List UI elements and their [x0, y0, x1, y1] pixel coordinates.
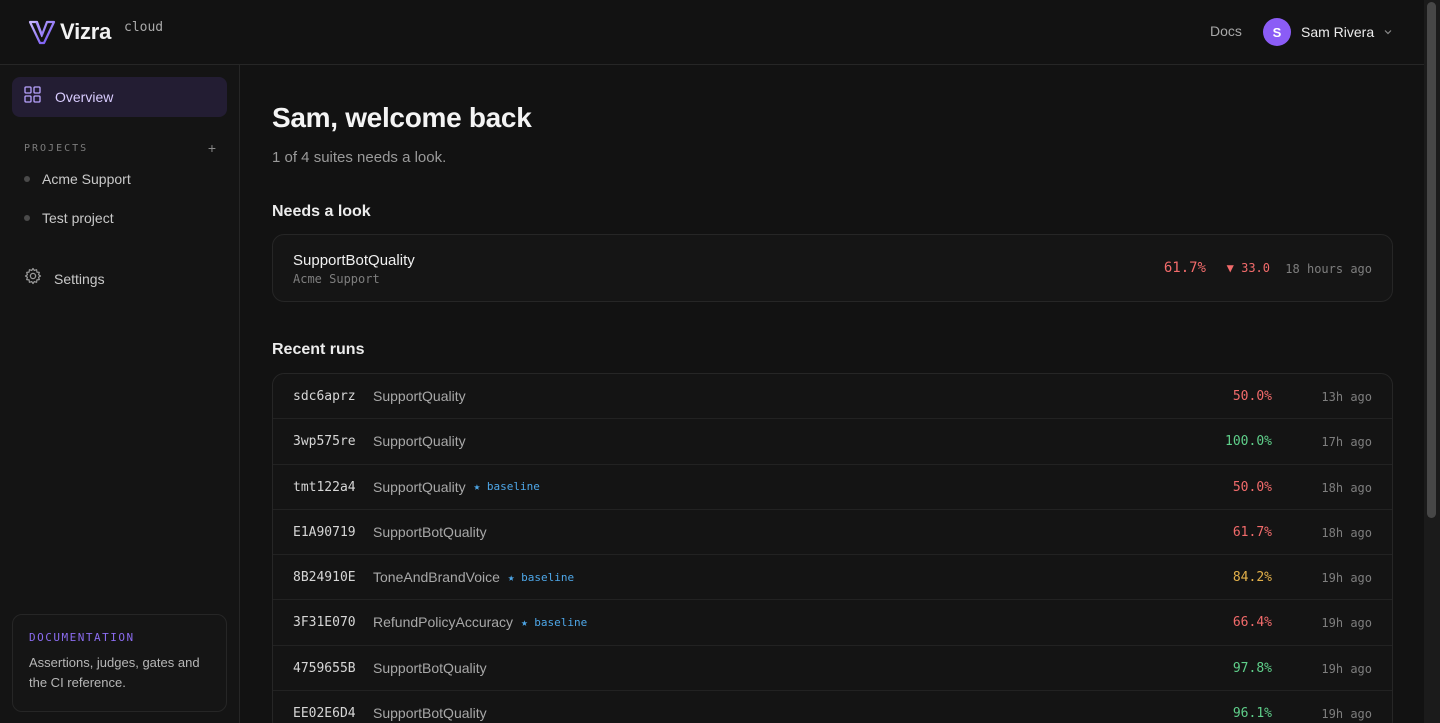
brand-tag: cloud — [124, 20, 164, 35]
timestamp: 18h ago — [1321, 525, 1372, 540]
page-summary: 1 of 4 suites needs a look. — [272, 149, 447, 166]
recent-runs-heading: Recent runs — [272, 341, 365, 358]
timestamp: 13h ago — [1321, 390, 1372, 404]
project-name: Acme Support — [293, 272, 380, 286]
suite-cell: SupportBotQuality — [373, 660, 487, 676]
suite-cell: SupportBotQuality — [373, 705, 487, 721]
timestamp: 19h ago — [1321, 571, 1372, 586]
suite-name: SupportQuality — [373, 388, 466, 404]
top-bar: Vizra cloud Docs S Sam Rivera — [0, 0, 1424, 65]
add-project-button[interactable]: + — [208, 140, 216, 156]
run-id: 8B24910E — [293, 570, 356, 586]
page-title: Sam, welcome back — [272, 102, 532, 133]
table-row[interactable]: EE02E6D4 SupportBotQuality 96.1% 19h ago — [273, 691, 1392, 723]
suite-cell: SupportBotQuality — [373, 524, 487, 540]
table-row[interactable]: 3wp575re SupportQuality 100.0% 17h ago — [273, 419, 1392, 465]
baseline-badge: ★ baseline — [521, 615, 588, 629]
vizra-logo-icon — [28, 20, 56, 45]
table-row[interactable]: tmt122a4 SupportQuality ★ baseline 50.0% … — [273, 465, 1392, 510]
suite-cell: RefundPolicyAccuracy ★ baseline — [373, 614, 587, 630]
run-id: 3F31E070 — [293, 615, 356, 631]
project-label: Test project — [42, 210, 114, 226]
suite-name: SupportBotQuality — [373, 705, 487, 722]
sidebar-item-overview[interactable]: Overview — [12, 77, 227, 117]
needs-look-card[interactable]: SupportBotQuality Acme Support 61.7% ▼ 3… — [272, 234, 1393, 302]
timestamp: 18 hours ago — [1285, 262, 1372, 276]
bullet-dot — [24, 176, 30, 182]
score-delta: ▼ 33.0 — [1226, 261, 1270, 275]
page-scrollbar[interactable] — [1424, 0, 1440, 723]
run-id: tmt122a4 — [293, 479, 356, 495]
documentation-card[interactable]: DOCUMENTATION Assertions, judges, gates … — [12, 614, 227, 712]
run-id: EE02E6D4 — [293, 706, 356, 722]
table-row[interactable]: sdc6aprz SupportQuality 50.0% 13h ago — [273, 374, 1392, 420]
projects-section-header: PROJECTS + — [24, 140, 216, 156]
timestamp: 17h ago — [1321, 435, 1372, 450]
suite-cell: SupportQuality — [373, 433, 466, 449]
suite-name: ToneAndBrandVoice — [373, 569, 500, 586]
sidebar-item-label: Overview — [55, 89, 114, 105]
score-value: 66.4% — [1232, 615, 1272, 631]
recent-runs-table: sdc6aprz SupportQuality 50.0% 13h ago 3w… — [272, 373, 1393, 723]
chevron-down-icon — [1383, 27, 1393, 37]
suite-cell: SupportQuality ★ baseline — [373, 479, 540, 495]
suite-name: SupportBotQuality — [373, 659, 487, 676]
user-name: Sam Rivera — [1301, 24, 1375, 40]
sidebar: Overview PROJECTS + Acme Support Test pr… — [0, 65, 240, 723]
score-value: 61.7% — [1232, 524, 1272, 540]
needs-look-heading: Needs a look — [272, 203, 371, 220]
suite-name: SupportBotQuality — [373, 523, 487, 540]
timestamp: 18h ago — [1321, 480, 1372, 495]
user-menu[interactable]: S Sam Rivera — [1263, 18, 1393, 46]
brand-logo[interactable]: Vizra — [28, 18, 111, 46]
suite-name: RefundPolicyAccuracy — [373, 614, 514, 631]
suite-cell: SupportQuality — [373, 388, 466, 404]
table-row[interactable]: 4759655B SupportBotQuality 97.8% 19h ago — [273, 646, 1392, 692]
scrollbar-thumb[interactable] — [1427, 2, 1436, 518]
timestamp: 19h ago — [1321, 616, 1372, 631]
avatar: S — [1263, 18, 1291, 46]
table-row[interactable]: E1A90719 SupportBotQuality 61.7% 18h ago — [273, 510, 1392, 556]
sidebar-item-project[interactable]: Acme Support — [24, 171, 131, 187]
suite-name: SupportBotQuality — [293, 252, 415, 269]
baseline-badge: ★ baseline — [507, 570, 575, 584]
score-value: 97.8% — [1232, 660, 1272, 676]
project-label: Acme Support — [42, 171, 131, 187]
run-id: sdc6aprz — [293, 389, 356, 404]
main-content: Sam, welcome back 1 of 4 suites needs a … — [240, 65, 1424, 723]
score-value: 61.7% — [1163, 260, 1206, 276]
table-row[interactable]: 8B24910E ToneAndBrandVoice ★ baseline 84.… — [273, 555, 1392, 601]
suite-cell: ToneAndBrandVoice ★ baseline — [373, 569, 574, 585]
sidebar-item-project[interactable]: Test project — [24, 210, 114, 226]
grid-icon — [24, 86, 41, 108]
table-row[interactable]: 3F31E070 RefundPolicyAccuracy ★ baseline … — [273, 600, 1392, 646]
docs-link[interactable]: Docs — [1210, 23, 1242, 39]
score-value: 50.0% — [1232, 389, 1272, 404]
bullet-dot — [24, 215, 30, 221]
projects-heading: PROJECTS — [24, 142, 89, 154]
score-value: 100.0% — [1225, 434, 1272, 450]
documentation-description: Assertions, judges, gates and the CI ref… — [29, 655, 200, 690]
suite-name: SupportQuality — [373, 433, 466, 450]
brand-name: Vizra — [60, 19, 112, 44]
baseline-badge: ★ baseline — [473, 480, 540, 494]
sidebar-item-settings[interactable]: Settings — [24, 267, 105, 290]
timestamp: 19h ago — [1321, 661, 1372, 676]
gear-icon — [24, 267, 42, 290]
sidebar-item-label: Settings — [54, 270, 105, 287]
suite-name: SupportQuality — [373, 478, 466, 495]
score-value: 84.2% — [1232, 570, 1272, 586]
timestamp: 19h ago — [1321, 707, 1372, 722]
run-id: E1A90719 — [293, 524, 356, 540]
run-id: 4759655B — [293, 660, 356, 676]
run-id: 3wp575re — [293, 434, 356, 450]
score-value: 50.0% — [1232, 479, 1272, 495]
documentation-title: DOCUMENTATION — [29, 631, 135, 644]
score-value: 96.1% — [1232, 706, 1272, 722]
